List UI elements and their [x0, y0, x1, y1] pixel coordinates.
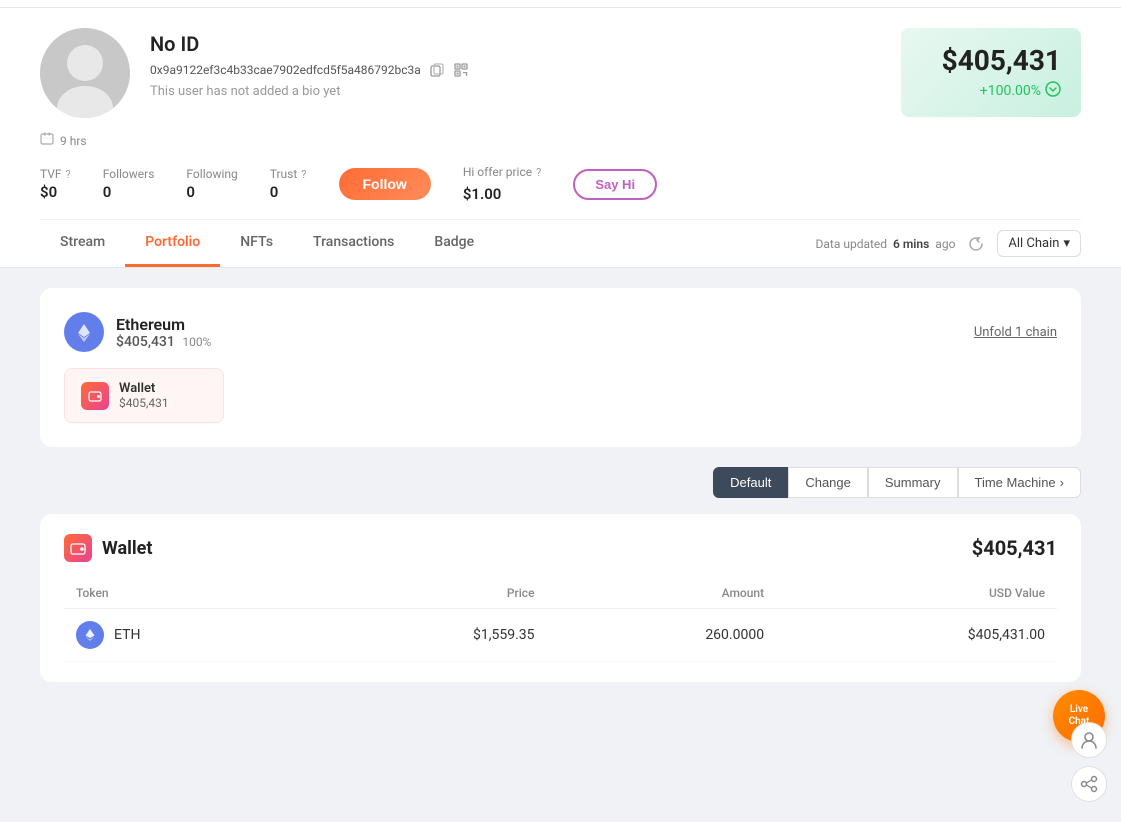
token-cell: ETH	[64, 609, 309, 662]
chain-card: Ethereum $405,431 100% Unfold 1 chain	[40, 288, 1081, 447]
copy-icon[interactable]	[429, 62, 445, 78]
stats-row: TVF ? $0 Followers 0 Following 0 Trust ?…	[40, 165, 1081, 220]
tvf-value: $0	[40, 183, 71, 201]
profile-name: No ID	[150, 32, 469, 56]
followers-value: 0	[103, 183, 155, 201]
last-seen: 9 hrs	[40, 132, 1081, 149]
top-bar	[0, 0, 1121, 8]
refresh-icon[interactable]	[967, 235, 985, 253]
wallet-section: Wallet $405,431 Token Price Amount USD V…	[40, 514, 1081, 682]
tab-stream[interactable]: Stream	[40, 220, 125, 267]
profile-header: No ID 0x9a9122ef3c4b33cae7902edfcd5f5a48…	[40, 28, 1081, 118]
wallet-address: 0x9a9122ef3c4b33cae7902edfcd5f5a486792bc…	[150, 63, 421, 77]
price-cell: $1,559.35	[309, 609, 546, 662]
profile-address-row: 0x9a9122ef3c4b33cae7902edfcd5f5a486792bc…	[150, 62, 469, 78]
say-hi-button[interactable]: Say Hi	[573, 169, 657, 200]
ethereum-icon	[64, 312, 104, 352]
qr-icon[interactable]	[453, 62, 469, 78]
view-toggle: Default Change Summary Time Machine ›	[40, 467, 1081, 498]
profile-bio: This user has not added a bio yet	[150, 84, 469, 99]
chevron-down-icon: ▾	[1063, 236, 1070, 251]
table-row: ETH $1,559.35 260.0000 $405,431.00	[64, 609, 1057, 662]
view-summary-button[interactable]: Summary	[868, 467, 958, 498]
stat-trust: Trust ? 0	[270, 167, 307, 201]
wallet-title: Wallet	[64, 534, 152, 562]
wallet-title-icon	[64, 534, 92, 562]
main-content: Ethereum $405,431 100% Unfold 1 chain	[0, 268, 1121, 702]
tabs-section: Stream Portfolio NFTs Transactions Badge…	[0, 220, 1121, 268]
avatar	[40, 28, 130, 118]
user-side-icon[interactable]	[1071, 722, 1107, 758]
token-table: Token Price Amount USD Value	[64, 578, 1057, 662]
wallet-sub-info: Wallet $405,431	[119, 381, 169, 410]
unfold-link[interactable]: Unfold 1 chain	[974, 325, 1057, 340]
tabs-right: Data updated 6 mins ago All Chain ▾	[816, 230, 1081, 257]
ethereum-value-row: $405,431 100%	[116, 334, 211, 350]
profile-left: No ID 0x9a9122ef3c4b33cae7902edfcd5f5a48…	[40, 28, 469, 118]
side-icons	[1071, 722, 1107, 802]
share-side-icon[interactable]	[1071, 766, 1107, 802]
clock-icon	[40, 132, 54, 149]
col-usd-value: USD Value	[776, 578, 1057, 609]
eth-token-icon	[76, 621, 104, 649]
chain-header: Ethereum $405,431 100% Unfold 1 chain	[64, 312, 1057, 352]
stat-tvf: TVF ? $0	[40, 167, 71, 201]
stat-following: Following 0	[186, 167, 237, 201]
tab-transactions[interactable]: Transactions	[293, 220, 414, 267]
tabs: Stream Portfolio NFTs Transactions Badge	[40, 220, 494, 267]
profile-info: No ID 0x9a9122ef3c4b33cae7902edfcd5f5a48…	[150, 28, 469, 99]
wallet-sub-items: Wallet $405,431	[64, 368, 1057, 423]
view-change-button[interactable]: Change	[788, 467, 868, 498]
col-price: Price	[309, 578, 546, 609]
view-time-machine-button[interactable]: Time Machine ›	[958, 467, 1082, 498]
hi-price-value: $1.00	[463, 185, 541, 203]
hi-price-help-icon[interactable]: ?	[536, 166, 541, 179]
data-updated-label: Data updated 6 mins ago	[816, 237, 956, 251]
ethereum-name: Ethereum	[116, 315, 211, 334]
chevron-right-icon: ›	[1060, 475, 1064, 490]
ethereum-percentage: 100%	[182, 335, 211, 349]
trust-help-icon[interactable]: ?	[301, 168, 306, 181]
tab-nfts[interactable]: NFTs	[220, 220, 293, 267]
tab-portfolio[interactable]: Portfolio	[125, 220, 220, 267]
chevron-down-icon[interactable]	[1045, 81, 1061, 101]
following-value: 0	[186, 183, 237, 201]
col-token: Token	[64, 578, 309, 609]
ethereum-value: $405,431	[116, 334, 175, 350]
tab-badge[interactable]: Badge	[414, 220, 494, 267]
wallet-sub-card[interactable]: Wallet $405,431	[64, 368, 224, 423]
profile-section: No ID 0x9a9122ef3c4b33cae7902edfcd5f5a48…	[0, 8, 1121, 220]
trust-value: 0	[270, 183, 307, 201]
wallet-total: $405,431	[972, 536, 1057, 560]
tvf-help-icon[interactable]: ?	[66, 168, 71, 181]
wallet-section-header: Wallet $405,431	[64, 534, 1057, 562]
chain-selector-label: All Chain	[1008, 236, 1059, 251]
follow-button[interactable]: Follow	[339, 168, 431, 200]
last-seen-time: 9 hrs	[60, 134, 87, 148]
wallet-sub-icon	[81, 382, 109, 410]
hi-price-section: Hi offer price ? $1.00	[463, 165, 541, 203]
chain-selector[interactable]: All Chain ▾	[997, 230, 1081, 257]
usd-value-cell: $405,431.00	[776, 609, 1057, 662]
col-amount: Amount	[547, 578, 777, 609]
stat-followers: Followers 0	[103, 167, 155, 201]
portfolio-change: +100.00%	[921, 81, 1061, 101]
ethereum-info: Ethereum $405,431 100%	[116, 315, 211, 350]
view-default-button[interactable]: Default	[713, 467, 788, 498]
portfolio-value: $405,431	[921, 44, 1061, 77]
portfolio-value-card: $405,431 +100.00%	[901, 28, 1081, 117]
amount-cell: 260.0000	[547, 609, 777, 662]
